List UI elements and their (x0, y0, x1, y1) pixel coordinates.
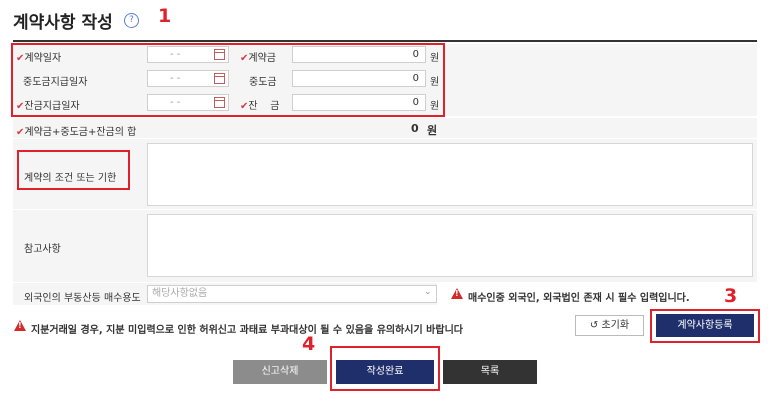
complete-button[interactable]: 작성완료 (336, 360, 434, 384)
foreign-warning: 매수인중 외국인, 외국법인 존재 시 필수 입력입니다. (468, 293, 690, 304)
chevron-down-icon[interactable]: ⌄ (424, 287, 432, 297)
sum-unit: 원 (427, 124, 438, 137)
help-icon[interactable]: ? (124, 13, 139, 28)
sum-value: 0 (411, 122, 419, 135)
highlight-box-1 (11, 43, 445, 117)
title-divider (13, 40, 757, 42)
list-button[interactable]: 목록 (443, 360, 537, 384)
foreign-label: 외국인의 부동산등 매수용도 (24, 293, 141, 304)
notes-label: 참고사항 (24, 244, 61, 255)
notice-text: 지분거래일 경우, 지분 미입력으로 인한 허위신고 과태료 부과대상이 될 수… (31, 325, 463, 336)
annotation-marker-4: 4 (302, 333, 316, 355)
reset-button[interactable]: ↺ 초기화 (575, 315, 644, 336)
annotation-marker-1: 1 (158, 5, 172, 27)
highlight-box-2 (17, 150, 130, 190)
sum-label: ✔계약금+중도금+잔금의 합 (16, 127, 137, 138)
notes-textarea[interactable] (147, 214, 753, 277)
register-contract-button[interactable]: 계약사항등록 (656, 314, 754, 337)
annotation-marker-3: 3 (724, 285, 738, 307)
delete-report-button[interactable]: 신고삭제 (233, 360, 327, 384)
reset-icon: ↺ (589, 320, 602, 331)
conditions-textarea[interactable] (147, 143, 753, 206)
foreign-select[interactable]: 해당사항없음 (147, 285, 437, 303)
page-title: 계약사항 작성 (13, 13, 113, 33)
